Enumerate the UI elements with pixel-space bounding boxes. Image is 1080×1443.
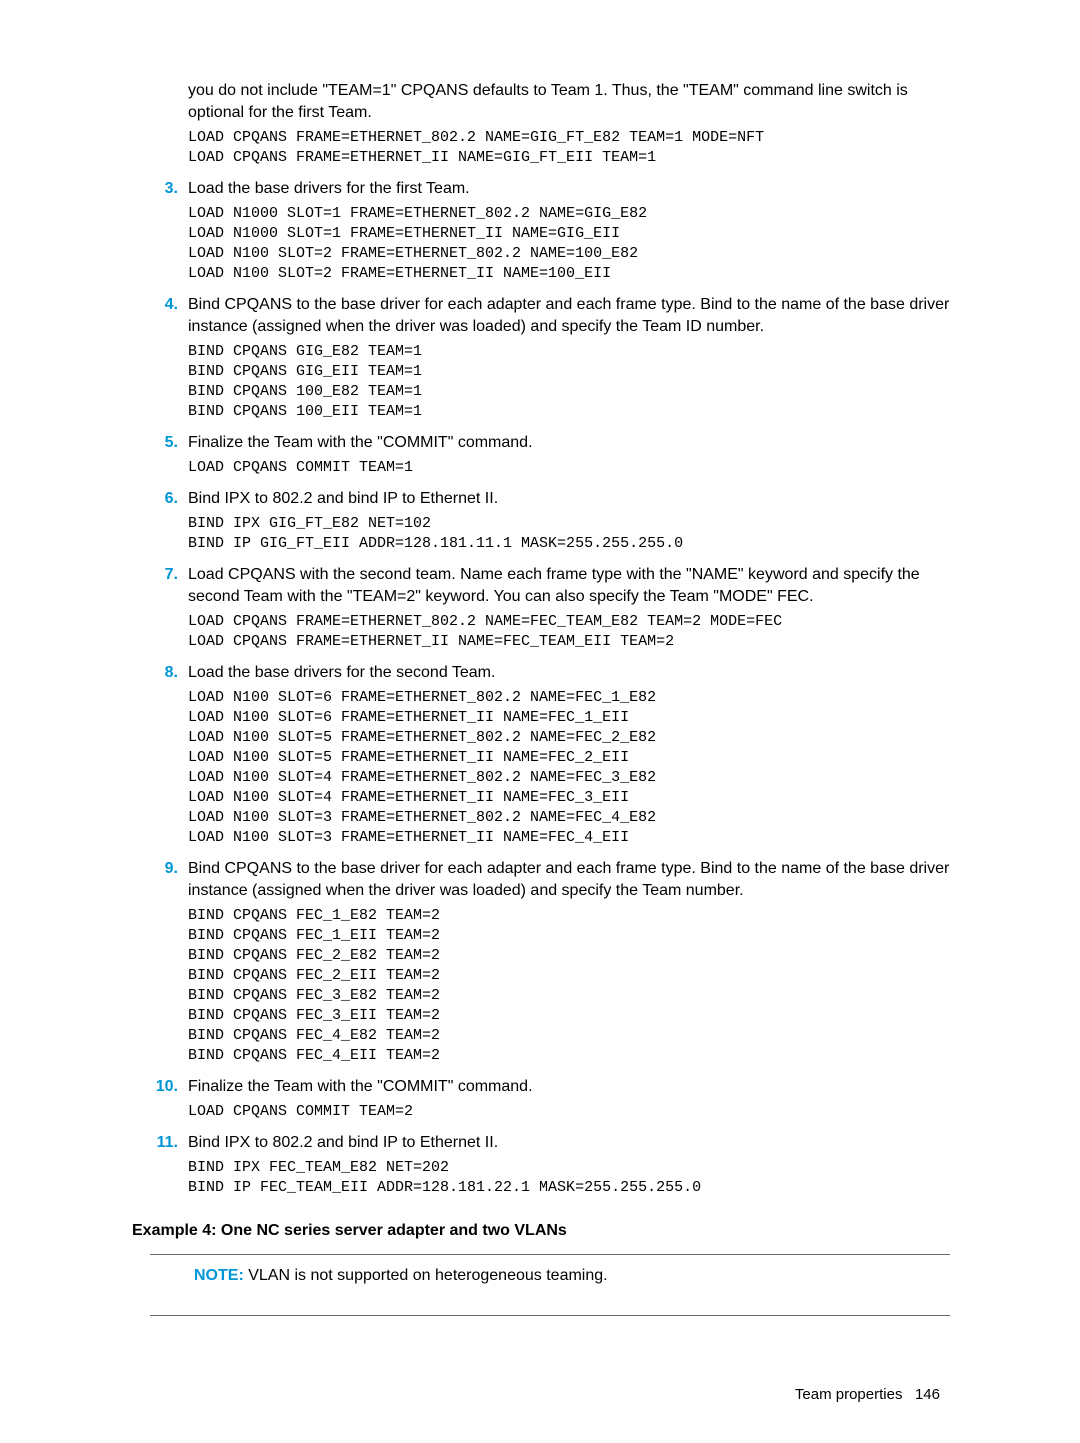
step-text: Finalize the Team with the "COMMIT" comm… [188,1076,950,1098]
step: 6.Bind IPX to 802.2 and bind IP to Ether… [150,488,950,554]
step-text: Bind CPQANS to the base driver for each … [188,294,950,338]
step-number: 6. [150,488,188,510]
step-code: LOAD CPQANS FRAME=ETHERNET_802.2 NAME=FE… [188,612,950,652]
document-page: you do not include "TEAM=1" CPQANS defau… [0,0,1080,1443]
step-text: Load the base drivers for the first Team… [188,178,950,200]
step: 10.Finalize the Team with the "COMMIT" c… [150,1076,950,1122]
step: 4.Bind CPQANS to the base driver for eac… [150,294,950,422]
step-body: Load CPQANS with the second team. Name e… [188,564,950,652]
note-text: VLAN is not supported on heterogeneous t… [248,1267,607,1284]
step: 11.Bind IPX to 802.2 and bind IP to Ethe… [150,1132,950,1198]
step-text: Load CPQANS with the second team. Name e… [188,564,950,608]
step-text: Load the base drivers for the second Tea… [188,662,950,684]
step-code: BIND CPQANS GIG_E82 TEAM=1 BIND CPQANS G… [188,342,950,422]
step-code: LOAD CPQANS COMMIT TEAM=2 [188,1102,950,1122]
step-body: Bind CPQANS to the base driver for each … [188,294,950,422]
step-body: Load the base drivers for the second Tea… [188,662,950,848]
step-number: 10. [150,1076,188,1098]
step-number: 11. [150,1132,188,1154]
step-body: Finalize the Team with the "COMMIT" comm… [188,1076,950,1122]
step-body: Bind CPQANS to the base driver for each … [188,858,950,1066]
step-text: Bind IPX to 802.2 and bind IP to Etherne… [188,1132,950,1154]
note-box: NOTE: VLAN is not supported on heterogen… [150,1254,950,1316]
step-body: Load the base drivers for the first Team… [188,178,950,284]
step: 7.Load CPQANS with the second team. Name… [150,564,950,652]
step-number: 3. [150,178,188,200]
step-code: LOAD CPQANS COMMIT TEAM=1 [188,458,950,478]
step-body: Finalize the Team with the "COMMIT" comm… [188,432,950,478]
step-code: BIND IPX FEC_TEAM_E82 NET=202 BIND IP FE… [188,1158,950,1198]
step-number: 4. [150,294,188,316]
step: 5.Finalize the Team with the "COMMIT" co… [150,432,950,478]
example-heading: Example 4: One NC series server adapter … [132,1222,950,1240]
step-number: 8. [150,662,188,684]
step-number: 9. [150,858,188,880]
step-number: 5. [150,432,188,454]
step: 9.Bind CPQANS to the base driver for eac… [150,858,950,1066]
footer-page-number: 146 [915,1386,940,1403]
steps-list: 3.Load the base drivers for the first Te… [150,178,950,1198]
step: 3.Load the base drivers for the first Te… [150,178,950,284]
note-label: NOTE: [194,1267,244,1284]
step-code: LOAD N1000 SLOT=1 FRAME=ETHERNET_802.2 N… [188,204,950,284]
step: 8.Load the base drivers for the second T… [150,662,950,848]
step-text: Bind CPQANS to the base driver for each … [188,858,950,902]
intro-paragraph: you do not include "TEAM=1" CPQANS defau… [188,80,950,124]
step-body: Bind IPX to 802.2 and bind IP to Etherne… [188,488,950,554]
step-code: BIND CPQANS FEC_1_E82 TEAM=2 BIND CPQANS… [188,906,950,1066]
step-code: BIND IPX GIG_FT_E82 NET=102 BIND IP GIG_… [188,514,950,554]
step-text: Bind IPX to 802.2 and bind IP to Etherne… [188,488,950,510]
page-footer: Team properties 146 [150,1386,950,1403]
step-code: LOAD N100 SLOT=6 FRAME=ETHERNET_802.2 NA… [188,688,950,848]
footer-section: Team properties [795,1386,903,1403]
step-text: Finalize the Team with the "COMMIT" comm… [188,432,950,454]
intro-code: LOAD CPQANS FRAME=ETHERNET_802.2 NAME=GI… [188,128,950,168]
step-number: 7. [150,564,188,586]
step-body: Bind IPX to 802.2 and bind IP to Etherne… [188,1132,950,1198]
